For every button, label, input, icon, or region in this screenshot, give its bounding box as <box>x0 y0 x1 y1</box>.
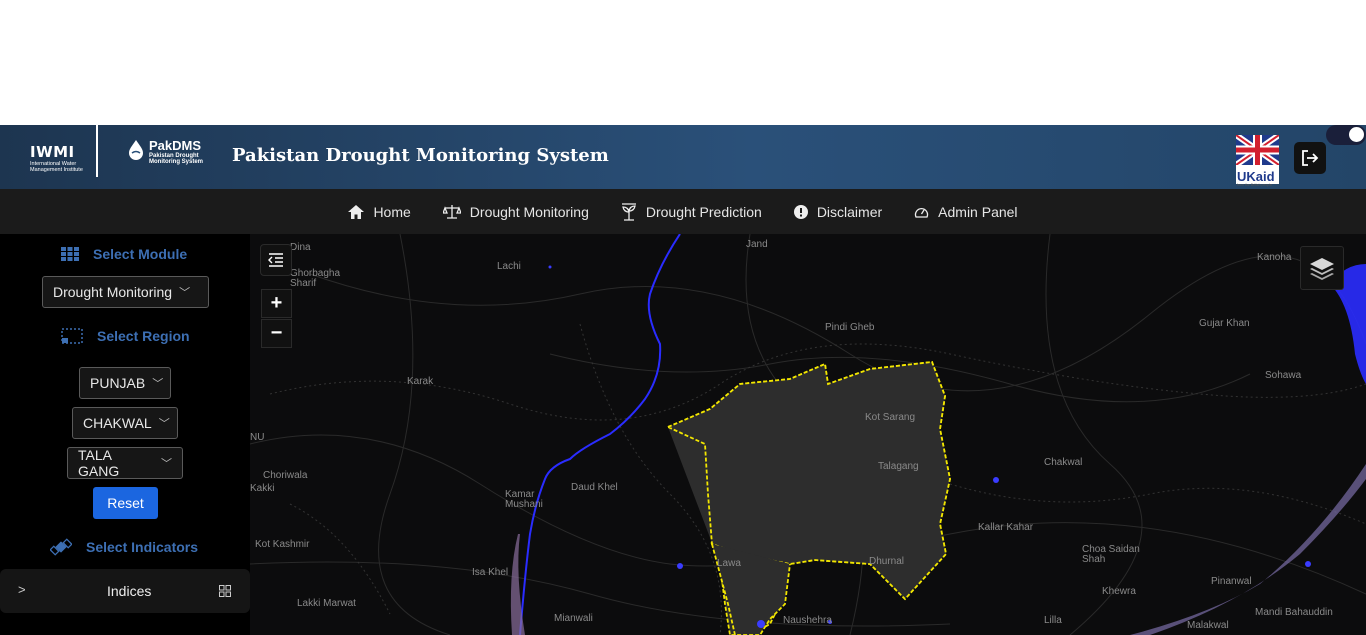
water-drop-icon <box>129 140 143 160</box>
map-place-label: Malakwal <box>1187 620 1229 631</box>
map-place-label: Gujar Khan <box>1199 318 1250 329</box>
indicators-section-title: Select Indicators <box>50 536 198 558</box>
dashboard-icon <box>915 207 929 218</box>
reset-button[interactable]: Reset <box>93 487 158 519</box>
top-whitespace <box>0 0 1366 125</box>
chevron-down-icon: ﹀ <box>152 378 164 390</box>
map-place-label: Pinanwal <box>1211 576 1252 587</box>
map-place-label: Chakwal <box>1044 457 1083 468</box>
map-place-label: Sohawa <box>1265 370 1302 381</box>
nav-home[interactable]: Home <box>332 204 426 220</box>
module-select[interactable]: Drought Monitoring ﹀ <box>42 276 209 308</box>
region-select-icon <box>61 328 83 344</box>
map-place-label: Mandi Bahauddin <box>1255 607 1333 618</box>
map-canvas <box>250 234 1366 635</box>
map-place-label: NU <box>250 432 265 443</box>
map-place-label: Dhurnal <box>869 556 905 567</box>
zoom-in-button[interactable]: + <box>261 289 292 318</box>
map-place-label: Kot Sarang <box>865 412 916 423</box>
map-place-label: Lakki Marwat <box>297 598 356 609</box>
map-place-label: Isa Khel <box>472 567 509 578</box>
map-place-label: Kallar Kahar <box>978 522 1034 533</box>
nav-drought-monitoring[interactable]: Drought Monitoring <box>427 204 605 220</box>
chevron-down-icon: ﹀ <box>161 458 172 470</box>
logout-button[interactable] <box>1294 142 1326 174</box>
indices-accordion[interactable]: > Indices <box>0 569 250 613</box>
collapse-menu-icon <box>268 253 283 267</box>
nav-disclaimer[interactable]: Disclaimer <box>778 204 898 220</box>
map-place-label: Kanoha <box>1257 252 1292 263</box>
nav-admin-panel[interactable]: Admin Panel <box>898 204 1033 220</box>
chevron-down-icon: ﹀ <box>179 287 191 299</box>
iwmi-logo[interactable]: IWMI International Water Management Inst… <box>30 143 92 173</box>
map-place-label: Jand <box>746 239 768 250</box>
scale-icon <box>442 204 461 219</box>
chevron-down-icon: ﹀ <box>158 418 170 430</box>
apps-grid-icon <box>219 585 231 597</box>
map-place-label: Pindi Gheb <box>825 322 875 333</box>
layers-icon <box>1310 258 1334 280</box>
map-place-label: Choriwala <box>263 470 308 481</box>
map-place-label: Choa Saidan Shah <box>1082 544 1140 565</box>
satellite-icon <box>50 538 72 556</box>
logout-icon <box>1302 150 1319 166</box>
theme-toggle[interactable] <box>1326 125 1366 145</box>
map-place-label: Talagang <box>878 461 919 472</box>
region-section-title: Select Region <box>61 328 190 344</box>
pakdms-logo[interactable]: PakDMS Pakistan Drought Monitoring Syste… <box>126 139 219 165</box>
sidebar-toggle-button[interactable] <box>260 244 292 276</box>
module-section-title: Select Module <box>61 246 187 262</box>
union-flag-icon <box>1234 132 1281 168</box>
map-view[interactable]: Jand Lachi Kanoha Pindi Gheb Gujar Khan … <box>250 234 1366 635</box>
nav-drought-prediction[interactable]: Drought Prediction <box>605 202 778 221</box>
home-icon <box>348 204 365 219</box>
map-place-label: Lilla <box>1044 615 1062 626</box>
map-place-label: Kakki <box>250 483 275 494</box>
district-select[interactable]: CHAKWAL ﹀ <box>72 407 178 439</box>
zoom-out-button[interactable]: − <box>261 319 292 348</box>
plant-icon <box>621 202 636 221</box>
exclamation-icon <box>793 204 808 219</box>
map-place-label: Ghorbagha Sharif <box>290 268 341 289</box>
province-select[interactable]: PUNJAB ﹀ <box>79 367 171 399</box>
chevron-right-icon: > <box>18 582 26 597</box>
map-place-label: Dina <box>290 242 311 253</box>
sidebar: Select Module Drought Monitoring ﹀ Select… <box>0 234 250 635</box>
map-place-label: Mianwali <box>554 613 593 624</box>
map-place-label: Lawa <box>717 558 741 569</box>
toggle-knob <box>1349 127 1364 142</box>
map-place-label: Daud Khel <box>571 482 618 493</box>
main-nav: Home Drought Monitoring Drought Predicti… <box>0 189 1366 234</box>
map-place-label: Lachi <box>497 261 521 272</box>
map-place-label: Khewra <box>1102 586 1136 597</box>
map-place-label: Naushehra <box>783 615 832 626</box>
app-title: Pakistan Drought Monitoring System <box>232 145 609 166</box>
grid-icon <box>61 247 79 261</box>
ukaid-logo: UKaid from the British people <box>1234 132 1281 187</box>
map-place-label: Kot Kashmir <box>255 539 310 550</box>
map-place-label: Kamar Mushani <box>505 489 543 510</box>
tehsil-select[interactable]: TALA GANG ﹀ <box>67 447 183 479</box>
app-header: IWMI International Water Management Inst… <box>0 125 1366 189</box>
logo-divider <box>96 125 98 177</box>
layers-button[interactable] <box>1300 246 1344 290</box>
map-place-label: Karak <box>407 376 434 387</box>
